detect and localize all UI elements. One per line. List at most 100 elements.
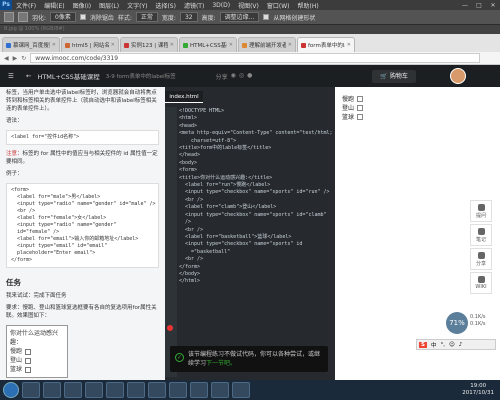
minimize-button[interactable]: — [458,2,472,9]
check-icon: ✓ [175,353,184,362]
browser-tab[interactable]: 实例123 | 课程 ✕ [120,37,178,52]
user-avatar[interactable] [449,68,466,84]
back-arrow-icon[interactable]: ◀ [4,55,9,62]
code-line: <input type="checkbox" name="sports" id=… [179,211,327,218]
weibo-icon[interactable]: ◎ [239,72,244,81]
menu-3d[interactable]: 3D(D) [208,2,234,9]
menu-filter[interactable]: 滤镜(T) [180,1,208,10]
menu-view[interactable]: 视图(V) [234,1,263,10]
tab-close-icon[interactable]: ✕ [111,42,115,48]
forward-arrow-icon[interactable]: ▶ [13,55,18,62]
tab-close-icon[interactable]: ✕ [288,42,292,48]
cart-button[interactable]: 🛒 购物车 [372,69,416,83]
next-lesson-link[interactable]: 下一节吧。 [206,360,236,367]
start-button[interactable] [3,382,19,398]
browser-tab[interactable]: HTML+CSS基础课程✕ [179,37,237,52]
wechat-icon[interactable]: ◉ [231,72,236,81]
system-clock[interactable]: 19:00 2017/10/31 [462,383,500,397]
browser-tab-strip: 慕课网_百度搜索✕html5 | 网站名称✕实例123 | 课程✕HTML+CS… [0,34,500,52]
tab-title: form表单中的label标签 [308,43,345,49]
maximize-button[interactable]: □ [472,2,486,9]
refine-edge-button[interactable]: 调整边缘... [219,12,260,22]
share-button[interactable]: 分享 [470,248,492,270]
taskbar-app-icon[interactable] [169,382,187,398]
sogou-icon[interactable]: S [419,341,427,348]
style-select[interactable]: 正常 [135,12,158,22]
preview-label[interactable]: 登山 [342,103,354,112]
menu-window[interactable]: 窗口(W) [263,1,294,10]
menu-icon[interactable]: ☰ [8,72,16,80]
code-line: ="basketball" [179,248,231,255]
editor-file-tab[interactable]: index.html [165,91,203,103]
taskbar-app-icon[interactable] [211,382,229,398]
reload-icon[interactable]: ↻ [21,55,26,62]
wiki-button[interactable]: WIKI [470,272,492,294]
network-speed-info: 0.1K/s 0.1K/s [470,314,486,328]
code-line: </head> [179,152,201,159]
browser-tab[interactable]: 理解前端开发者基础✕ [238,37,296,52]
result-item: 登山 [10,356,64,365]
browser-tab[interactable]: form表单中的label标签✕ [297,37,355,52]
task-title: 任务 [6,278,21,287]
width-input[interactable]: 32 [179,12,198,22]
tab-favicon-icon [242,42,247,48]
menu-image[interactable]: 图像(I) [69,1,95,10]
menu-file[interactable]: 文件(F) [12,1,40,10]
grid-checkbox[interactable] [263,14,270,20]
menu-type[interactable]: 文字(Y) [123,1,151,10]
notes-button[interactable]: 笔记 [470,224,492,246]
menu-edit[interactable]: 编辑(E) [40,1,68,10]
lesson-note: 注意：标签的 for 属性中的值应当与相关控件的 id 属性值一定要相同。 [0,148,165,168]
close-button[interactable]: ✕ [486,2,500,9]
expected-result: 你对什么运动感兴趣： 慢跑 登山 篮球 [6,325,68,378]
ask-question-button[interactable]: 提问 [470,200,492,222]
preview-checkbox[interactable] [357,104,364,111]
menu-help[interactable]: 帮助(H) [294,1,323,10]
taskbar-app-icon[interactable] [127,382,145,398]
menu-layer[interactable]: 图层(L) [95,1,123,10]
browser-tab[interactable]: html5 | 网站名称✕ [61,37,119,52]
tab-close-icon[interactable]: ✕ [347,42,351,48]
new-selection-icon[interactable] [18,12,28,22]
preview-checkbox[interactable] [357,95,364,102]
feather-label: 羽化: [32,14,47,22]
preview-checkbox[interactable] [357,113,364,120]
code-line: <label for="clamb">登山</label> [179,204,277,211]
taskbar-app-icon[interactable] [22,382,40,398]
marquee-tool-icon[interactable] [4,12,14,22]
ime-toolbar: S 中 °, ☺ ♪ [416,339,496,350]
document-tab[interactable]: B.jpg @ 100% (RGB/8#) [0,25,500,34]
network-speed-ball[interactable]: 71% [446,312,468,334]
preview-label[interactable]: 慢跑 [342,94,354,103]
ime-mic-icon[interactable]: ♪ [459,342,463,348]
tab-favicon-icon [301,42,306,48]
ime-mode[interactable]: 中 [431,341,437,349]
feather-input[interactable]: 0像素 [50,12,76,22]
course-title[interactable]: HTML+CSS基础课程 [37,71,99,81]
ime-emoji-icon[interactable]: ☺ [449,342,455,348]
taskbar-app-icon[interactable] [85,382,103,398]
taskbar-app-icon[interactable] [190,382,208,398]
back-icon[interactable]: ← [26,72,31,80]
antialias-checkbox[interactable] [79,14,86,20]
taskbar-app-icon[interactable] [106,382,124,398]
url-input[interactable]: www.imooc.com/code/3319 [30,53,480,63]
tab-favicon-icon [65,42,70,48]
tab-close-icon[interactable]: ✕ [229,42,233,48]
code-line: <head> [179,122,198,129]
tab-close-icon[interactable]: ✕ [170,42,174,48]
taskbar-app-icon[interactable] [43,382,61,398]
tab-close-icon[interactable]: ✕ [52,42,56,48]
qq-icon[interactable]: ● [247,72,252,81]
menu-select[interactable]: 选择(S) [151,1,180,10]
ime-punct-icon[interactable]: °, [440,342,445,348]
preview-label[interactable]: 篮球 [342,112,354,121]
browser-tab[interactable]: 慕课网_百度搜索✕ [2,37,60,52]
taskbar-app-icon[interactable] [64,382,82,398]
error-marker-icon[interactable] [167,325,173,331]
window-controls: — □ ✕ [458,2,500,9]
taskbar-app-icon[interactable] [148,382,166,398]
taskbar-app-icon[interactable] [232,382,250,398]
download-speed: 0.1K/s [470,321,486,327]
editor-code[interactable]: <!DOCTYPE HTML> <html> <head> <meta http-eq… [179,108,333,286]
